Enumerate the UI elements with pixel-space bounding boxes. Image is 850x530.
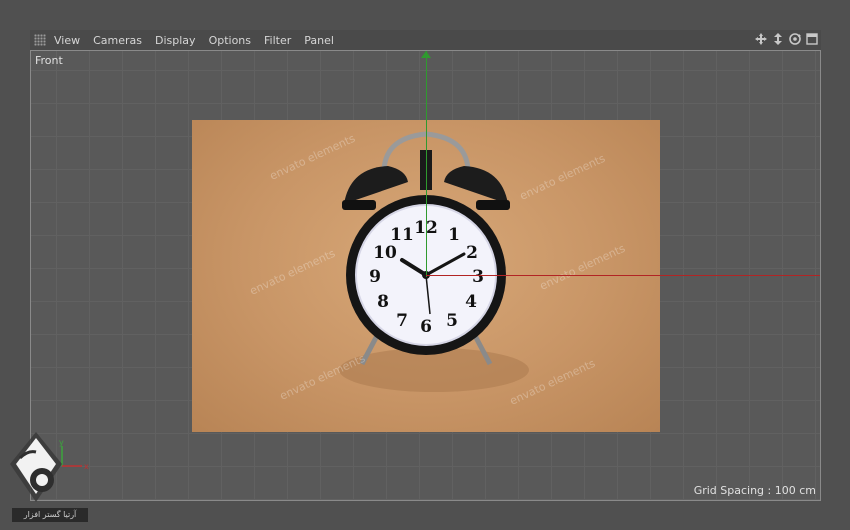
clock-number-8: 8: [377, 292, 389, 312]
clock-number-11: 11: [390, 225, 414, 245]
clock-number-1: 1: [448, 225, 460, 245]
menu-view[interactable]: View: [54, 34, 80, 47]
dolly-view-icon[interactable]: [771, 32, 785, 46]
panel-grip-icon[interactable]: [34, 34, 46, 46]
site-logo-watermark: [10, 432, 62, 502]
menu-cameras[interactable]: Cameras: [93, 34, 142, 47]
site-watermark-caption: آرتیا گستر افزار: [12, 508, 88, 522]
viewport-nav-icons: [754, 32, 819, 46]
clock-number-5: 5: [446, 311, 458, 331]
watermark-1: envato elements: [268, 132, 358, 183]
viewport-menubar: View Cameras Display Options Filter Pane…: [30, 30, 821, 50]
rotate-view-icon[interactable]: [788, 32, 802, 46]
clock-number-4: 4: [465, 292, 477, 312]
move-view-icon[interactable]: [754, 32, 768, 46]
clock-number-10: 10: [373, 243, 397, 263]
watermark-2: envato elements: [518, 152, 608, 203]
clock-number-9: 9: [369, 267, 381, 287]
clock-number-2: 2: [466, 243, 478, 263]
y-axis-arrow-icon[interactable]: [421, 51, 431, 58]
y-axis-handle[interactable]: [426, 51, 427, 277]
clock-number-7: 7: [396, 311, 408, 331]
menu-panel[interactable]: Panel: [304, 34, 334, 47]
front-viewport[interactable]: Front 12 1 2 3 4 5 6 7 8 9 10 11 envato …: [30, 50, 821, 501]
menu-display[interactable]: Display: [155, 34, 196, 47]
watermark-4: envato elements: [538, 242, 628, 293]
watermark-3: envato elements: [248, 247, 338, 298]
x-axis-handle[interactable]: [426, 275, 820, 276]
menu-options[interactable]: Options: [209, 34, 251, 47]
menu-filter[interactable]: Filter: [264, 34, 291, 47]
grid-spacing-readout: Grid Spacing : 100 cm: [693, 484, 816, 497]
viewport-label: Front: [35, 54, 63, 67]
clock-number-6: 6: [420, 317, 432, 337]
clock-number-3: 3: [472, 267, 484, 287]
maximize-view-icon[interactable]: [805, 32, 819, 46]
